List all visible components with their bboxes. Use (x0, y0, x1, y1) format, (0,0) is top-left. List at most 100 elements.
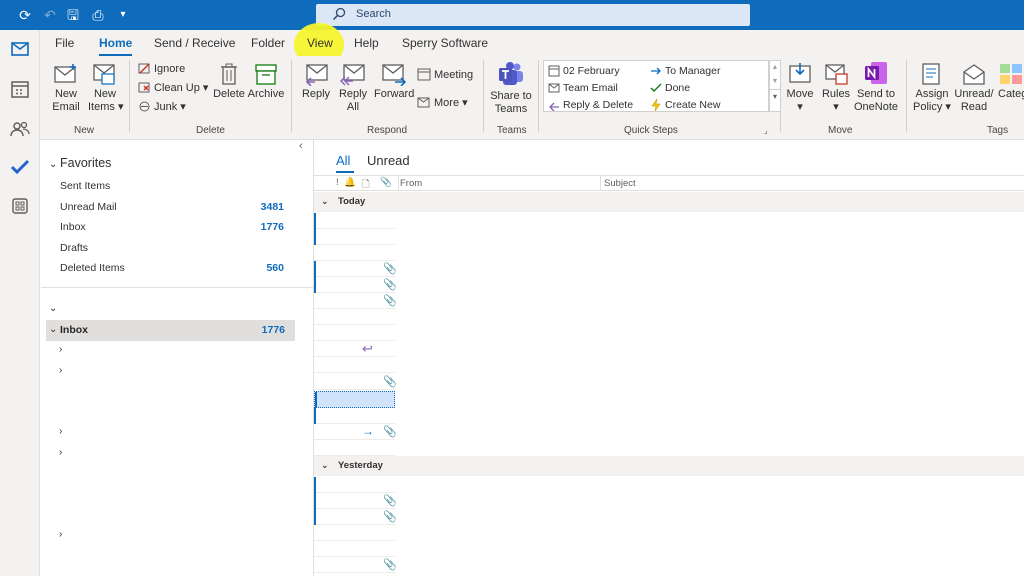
attachment-column-icon[interactable]: 📎 (380, 177, 392, 188)
subject-column[interactable]: Subject (604, 178, 636, 189)
meeting-icon (417, 67, 431, 81)
new-email-button[interactable]: NewEmail (52, 62, 80, 114)
todo-icon[interactable] (8, 155, 32, 179)
scroll-down-icon[interactable]: ▼ (770, 75, 780, 89)
calendar-icon[interactable] (8, 77, 32, 101)
account-chevron-icon[interactable]: ⌄ (49, 303, 57, 314)
message-row[interactable]: 📎 (314, 261, 395, 277)
message-row[interactable] (314, 477, 395, 493)
undo-icon[interactable]: ↶ (40, 5, 60, 25)
message-row[interactable]: ↩ (314, 341, 395, 357)
tab-help[interactable]: Help (354, 36, 379, 50)
quick-step-create-new[interactable]: Create New (650, 98, 720, 112)
message-row[interactable] (314, 440, 395, 456)
save-icon[interactable]: 🖫 (63, 5, 83, 25)
message-list: All Unread ! 🔔 🗋 📎 From Subject ⌄Today 📎… (314, 140, 1024, 576)
icon-column-icon[interactable]: 🗋 (362, 177, 370, 193)
filter-unread-tab[interactable]: Unread (367, 153, 410, 168)
quick-step-02-february[interactable]: 02 February (548, 64, 620, 78)
meeting-button[interactable]: Meeting (417, 67, 473, 82)
importance-column-icon[interactable]: ! (336, 177, 339, 188)
group-header-today[interactable]: ⌄Today (314, 192, 1024, 212)
unread-read-button[interactable]: Unread/Read (954, 62, 994, 114)
categorize-icon (998, 62, 1024, 86)
deleted-count: 560 (266, 262, 284, 274)
search-box[interactable]: Search (316, 4, 750, 26)
from-column[interactable]: From (400, 178, 422, 189)
message-row[interactable]: 📎 (314, 493, 395, 509)
folder-expand-icon[interactable]: › (59, 426, 62, 437)
message-row[interactable] (314, 525, 395, 541)
envelope-open-icon (961, 62, 987, 86)
quick-step-reply-delete[interactable]: Reply & Delete (548, 98, 633, 112)
clean-up-button[interactable]: Clean Up ▾ (138, 81, 208, 95)
reply-icon (303, 62, 329, 86)
favorites-header[interactable]: Favorites (60, 156, 111, 170)
tab-view[interactable]: View (307, 36, 333, 50)
message-row[interactable] (314, 541, 395, 557)
message-row[interactable]: 📎 (314, 293, 395, 309)
sync-icon[interactable]: ⟳ (15, 5, 35, 25)
more-respond-button[interactable]: More ▾ (417, 95, 468, 110)
folder-expand-icon[interactable]: › (59, 365, 62, 376)
scroll-up-icon[interactable]: ▲ (770, 61, 780, 75)
customize-toolbar-icon[interactable]: ▾ (113, 5, 133, 25)
delete-button[interactable]: Delete (213, 62, 245, 101)
reply-all-button[interactable]: ReplyAll (336, 62, 370, 114)
message-row[interactable]: →📎 (314, 424, 395, 440)
junk-button[interactable]: Junk ▾ (138, 100, 186, 114)
message-row-selected[interactable] (314, 391, 395, 408)
folder-expand-icon[interactable]: › (59, 529, 62, 540)
message-row[interactable] (314, 408, 395, 424)
apps-icon[interactable] (8, 194, 32, 218)
message-row[interactable] (314, 309, 395, 325)
message-row[interactable] (314, 245, 395, 261)
message-row[interactable] (314, 213, 395, 229)
group-header-yesterday[interactable]: ⌄Yesterday (314, 456, 1024, 476)
move-button[interactable]: Move▾ (785, 62, 815, 114)
rules-button[interactable]: Rules▾ (821, 62, 851, 114)
expand-gallery-icon[interactable]: ▾ (770, 89, 780, 104)
folder-expand-icon[interactable]: › (59, 447, 62, 458)
send-to-onenote-button[interactable]: Send toOneNote (854, 60, 898, 114)
message-row[interactable]: 📎 (314, 557, 395, 573)
message-row[interactable] (314, 325, 395, 341)
reply-icon (548, 99, 560, 111)
print-icon[interactable]: ⎙ (88, 5, 108, 25)
people-icon[interactable] (8, 117, 32, 141)
tab-sperry-software[interactable]: Sperry Software (402, 36, 488, 50)
onenote-icon (863, 60, 889, 86)
message-row[interactable] (314, 357, 395, 373)
message-row[interactable]: 📎 (314, 277, 395, 293)
quick-step-team-email[interactable]: Team Email (548, 81, 618, 95)
reminder-column-icon[interactable]: 🔔 (344, 177, 356, 188)
move-icon (787, 62, 813, 86)
message-row[interactable]: 📎 (314, 374, 395, 390)
message-row[interactable]: 📎 (314, 509, 395, 525)
dialog-launcher-icon[interactable]: ⌟ (764, 126, 768, 135)
group-chevron-icon[interactable]: ⌄ (321, 460, 329, 471)
app-rail (0, 30, 40, 576)
forward-button[interactable]: Forward (374, 62, 414, 101)
quick-step-done[interactable]: Done (650, 81, 690, 95)
reply-button[interactable]: Reply (299, 62, 333, 101)
assign-policy-button[interactable]: AssignPolicy ▾ (912, 62, 952, 114)
new-items-button[interactable]: NewItems ▾ (88, 62, 122, 114)
inbox-chevron-icon[interactable]: ⌄ (49, 324, 57, 335)
archive-button[interactable]: Archive (247, 62, 285, 101)
share-to-teams-button[interactable]: Share toTeams (490, 60, 532, 116)
inbox-folder-count: 1776 (262, 324, 285, 336)
inbox-folder[interactable]: ⌄ Inbox 1776 (46, 320, 295, 341)
folder-expand-icon[interactable]: › (59, 344, 62, 355)
trash-icon (219, 62, 239, 86)
message-row[interactable] (314, 229, 395, 245)
quick-step-to-manager[interactable]: To Manager (650, 64, 720, 78)
ignore-button[interactable]: Ignore (138, 62, 185, 76)
group-chevron-icon[interactable]: ⌄ (321, 196, 329, 207)
collapse-pane-icon[interactable]: ‹ (299, 140, 303, 152)
mail-icon[interactable] (8, 37, 32, 61)
categorize-button[interactable]: Categ (998, 62, 1024, 101)
favorites-chevron-icon[interactable]: ⌄ (49, 159, 57, 170)
forwarded-icon: → (362, 424, 374, 438)
filter-all-tab[interactable]: All (336, 153, 350, 168)
